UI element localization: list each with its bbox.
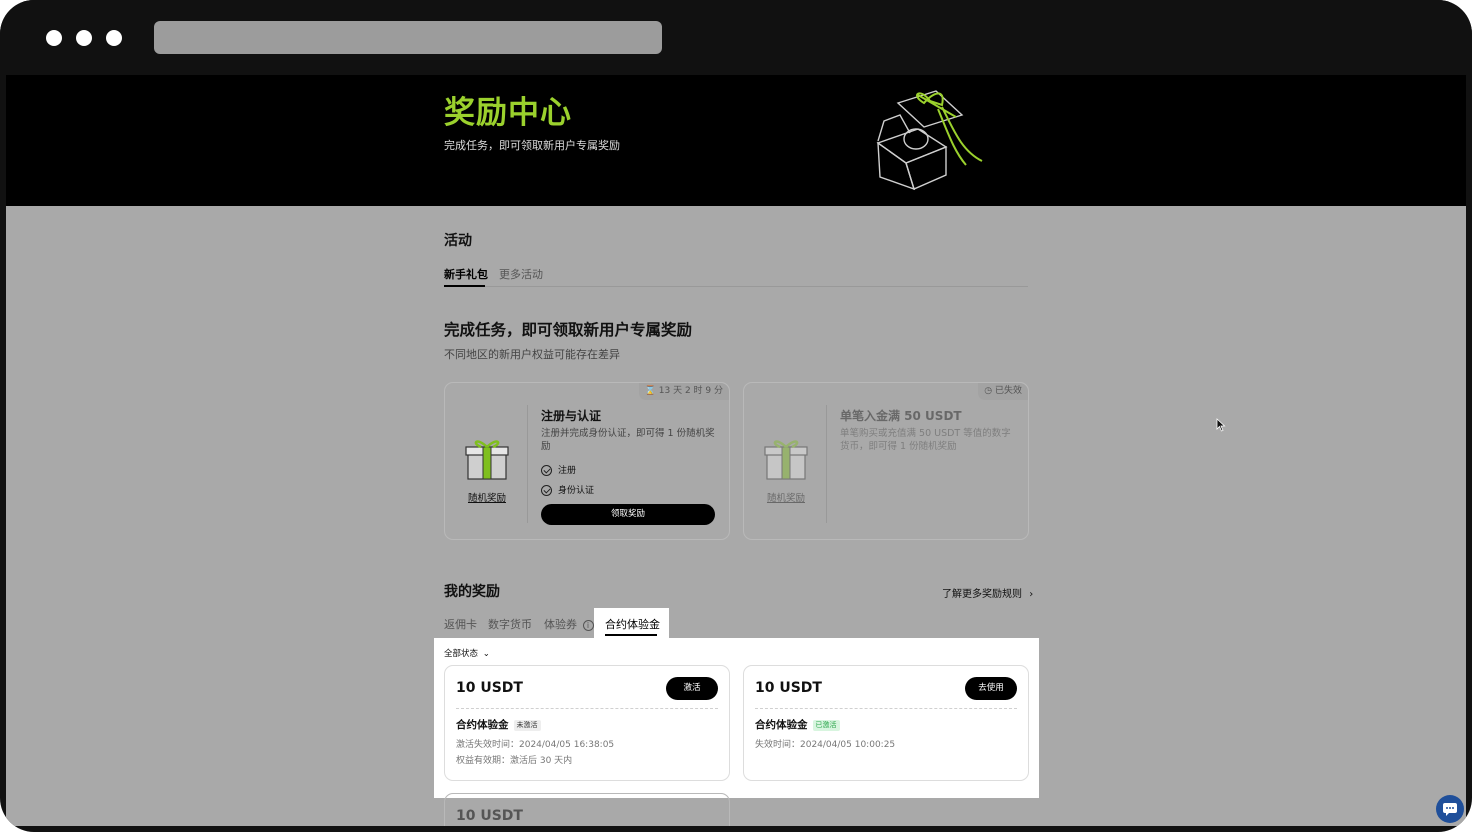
tab-rebate-card[interactable]: 返佣卡 (444, 616, 477, 632)
status-badge: 未激活 (513, 719, 541, 731)
use-button[interactable]: 去使用 (965, 677, 1017, 700)
activation-expiry: 激活失效时间：2024/04/05 16:38:05 (456, 740, 615, 750)
countdown-text: 13 天 2 时 9 分 (658, 386, 723, 396)
status-badge: 已激活 (812, 719, 840, 731)
hourglass-icon: ⌛ (644, 386, 656, 396)
region-note: 不同地区的新用户权益可能存在差异 (444, 348, 620, 361)
reward-name: 合约体验金 已激活 (755, 717, 840, 732)
reward-amount: 10 USDT (755, 680, 822, 696)
task-card-deposit: ◷ 已失效 随机奖励 单笔入金满 50 USDT 单笔购买或充值满 50 USD… (743, 382, 1029, 540)
activities-section-title: 活动 (444, 233, 472, 249)
mouse-cursor-icon (1216, 418, 1226, 432)
page-viewport: 奖励中心 完成任务，即可领取新用户专属奖励 活动 新手礼包 更多活动 完成任务，… (6, 75, 1466, 826)
tab-crypto[interactable]: 数字货币 (488, 616, 532, 632)
browser-titlebar (0, 0, 1472, 75)
random-reward-link[interactable]: 随机奖励 (744, 490, 828, 504)
address-bar[interactable] (154, 21, 662, 54)
step-register: 注册 (541, 463, 576, 476)
gift-icon (764, 440, 808, 480)
tab-newbie-pack[interactable]: 新手礼包 (444, 266, 488, 282)
my-rewards-title: 我的奖励 (444, 584, 500, 600)
reward-name: 合约体验金 未激活 (456, 717, 541, 732)
tabs-divider (444, 286, 1028, 287)
hero-banner: 奖励中心 完成任务，即可领取新用户专属奖励 (6, 75, 1466, 206)
gift-icon (465, 440, 509, 480)
window-zoom-dot[interactable] (106, 30, 122, 46)
task-title: 单笔入金满 50 USDT (840, 409, 962, 423)
activate-button[interactable]: 激活 (666, 677, 718, 700)
window-minimize-dot[interactable] (76, 30, 92, 46)
chat-support-button[interactable] (1436, 795, 1464, 823)
tab-voucher[interactable]: 体验券 i (544, 616, 594, 632)
activities-heading: 完成任务，即可领取新用户专属奖励 (444, 321, 693, 339)
task-title: 注册与认证 (541, 409, 602, 423)
task-description: 单笔购买或充值满 50 USDT 等值的数字货币，即可得 1 份随机奖励 (840, 428, 1011, 452)
window-close-dot[interactable] (46, 30, 62, 46)
random-reward-link[interactable]: 随机奖励 (445, 490, 529, 504)
reward-card-partial: 10 USDT (444, 793, 730, 826)
clock-icon: ◷ (984, 386, 993, 396)
tab-more-activities[interactable]: 更多活动 (499, 266, 543, 282)
chevron-right-icon: › (1029, 589, 1034, 600)
task-description: 注册并完成身份认证，即可得 1 份随机奖励 (541, 428, 715, 452)
card-divider (755, 708, 1017, 709)
check-circle-icon (541, 485, 552, 496)
page-title: 奖励中心 (444, 95, 572, 131)
chat-bubble-icon (1443, 803, 1457, 816)
tab-futures-bonus[interactable]: 合约体验金 (605, 616, 660, 632)
step-identity: 身份认证 (541, 483, 594, 496)
reward-card: 10 USDT 去使用 合约体验金 已激活 失效时间：2024/04/05 10:… (743, 665, 1029, 781)
active-tab-indicator (444, 285, 485, 287)
chevron-down-icon: ⌄ (482, 649, 490, 659)
expiry-time: 失效时间：2024/04/05 10:00:25 (755, 740, 896, 750)
status-filter-dropdown[interactable]: 全部状态 ⌄ (444, 647, 490, 659)
reward-amount: 10 USDT (456, 680, 523, 696)
reward-card: 10 USDT 激活 合约体验金 未激活 激活失效时间：2024/04/05 16… (444, 665, 730, 781)
browser-window: 奖励中心 完成任务，即可领取新用户专属奖励 活动 新手礼包 更多活动 完成任务，… (0, 0, 1472, 832)
task-card-register: ⌛ 13 天 2 时 9 分 随机奖励 注册与认证 注册并完成身份认证，即可得 … (444, 382, 730, 540)
expired-text: 已失效 (994, 386, 1022, 396)
gift-box-illustration-icon (876, 90, 983, 191)
reward-amount: 10 USDT (456, 808, 523, 824)
check-circle-icon (541, 465, 552, 476)
claim-reward-button[interactable]: 领取奖励 (541, 504, 715, 525)
expired-badge: ◷ 已失效 (978, 383, 1028, 400)
info-icon[interactable]: i (582, 620, 594, 631)
task-divider (826, 405, 827, 523)
page-subtitle: 完成任务，即可领取新用户专属奖励 (444, 139, 620, 152)
validity-period: 权益有效期：激活后 30 天内 (456, 756, 573, 766)
card-divider (456, 708, 718, 709)
countdown-badge: ⌛ 13 天 2 时 9 分 (638, 383, 729, 400)
reward-rules-link[interactable]: 了解更多奖励规则 › (942, 585, 1033, 600)
task-divider (527, 405, 528, 523)
active-tab-indicator (605, 634, 657, 636)
